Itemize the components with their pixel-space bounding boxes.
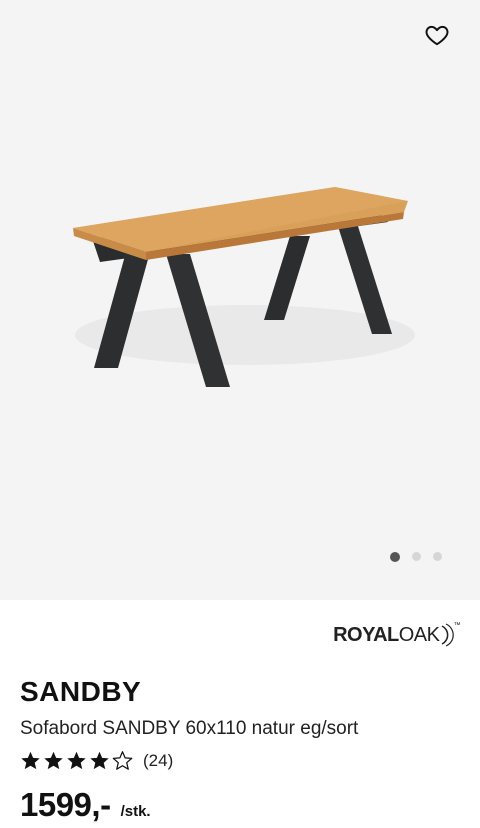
brand-name-light: OAK [398, 623, 440, 646]
brand-logo: ROYAL OAK ™ [333, 622, 460, 648]
price-row: 1599,- /stk. [20, 786, 151, 824]
product-rating[interactable]: (24) [20, 750, 173, 771]
heart-outline-icon[interactable] [424, 22, 450, 48]
product-description: Sofabord SANDBY 60x110 natur eg/sort [20, 718, 359, 739]
rating-count: (24) [143, 750, 174, 770]
price-unit: /stk. [120, 803, 151, 820]
product-image-gallery[interactable] [0, 0, 480, 600]
brand-swoosh-icon [441, 623, 454, 647]
product-name: SANDBY [20, 676, 142, 707]
star-filled-icon [21, 751, 40, 770]
gallery-dot-1[interactable] [390, 551, 400, 562]
gallery-dot-2[interactable] [412, 552, 421, 561]
gallery-dot-3[interactable] [433, 552, 442, 561]
star-filled-icon [44, 751, 63, 770]
star-outline-icon [112, 751, 133, 770]
brand-trademark: ™ [453, 622, 461, 629]
product-price: 1599,- [20, 786, 111, 823]
gallery-pagination [390, 551, 442, 562]
product-image [73, 187, 415, 387]
star-filled-icon [90, 751, 109, 770]
star-filled-icon [67, 751, 86, 770]
brand-name-bold: ROYAL [333, 623, 399, 646]
